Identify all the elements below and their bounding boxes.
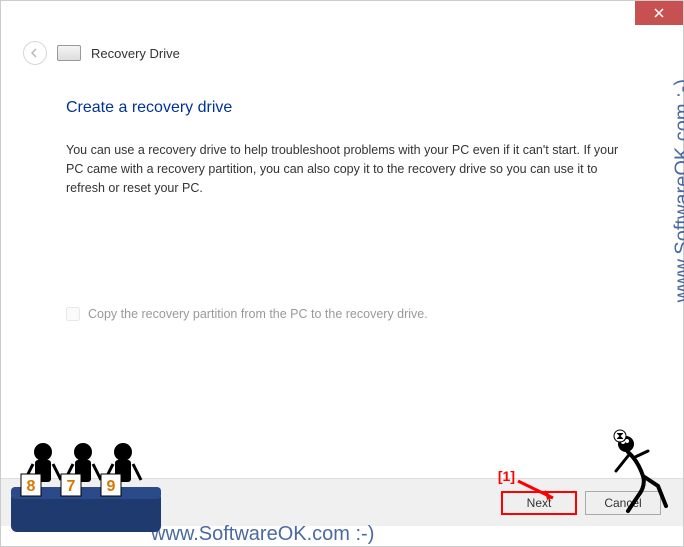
cancel-button[interactable]: Cancel (585, 491, 661, 515)
button-bar: Next Cancel (1, 478, 683, 526)
close-icon (654, 8, 664, 18)
back-button[interactable] (23, 41, 47, 65)
header-title: Recovery Drive (91, 46, 180, 61)
back-arrow-icon (29, 47, 41, 59)
drive-icon (57, 44, 81, 62)
checkbox-row: Copy the recovery partition from the PC … (66, 307, 623, 321)
header-row: Recovery Drive (1, 33, 683, 71)
body-text: You can use a recovery drive to help tro… (66, 141, 623, 197)
copy-partition-label: Copy the recovery partition from the PC … (88, 307, 428, 321)
titlebar (1, 1, 683, 33)
close-button[interactable] (635, 1, 683, 25)
page-heading: Create a recovery drive (66, 99, 623, 117)
watermark-bottom: www.SoftwareOK.com :-) (151, 523, 374, 546)
copy-partition-checkbox (66, 307, 80, 321)
annotation-arrow-icon (513, 476, 563, 506)
content-area: Create a recovery drive You can use a re… (1, 71, 683, 321)
